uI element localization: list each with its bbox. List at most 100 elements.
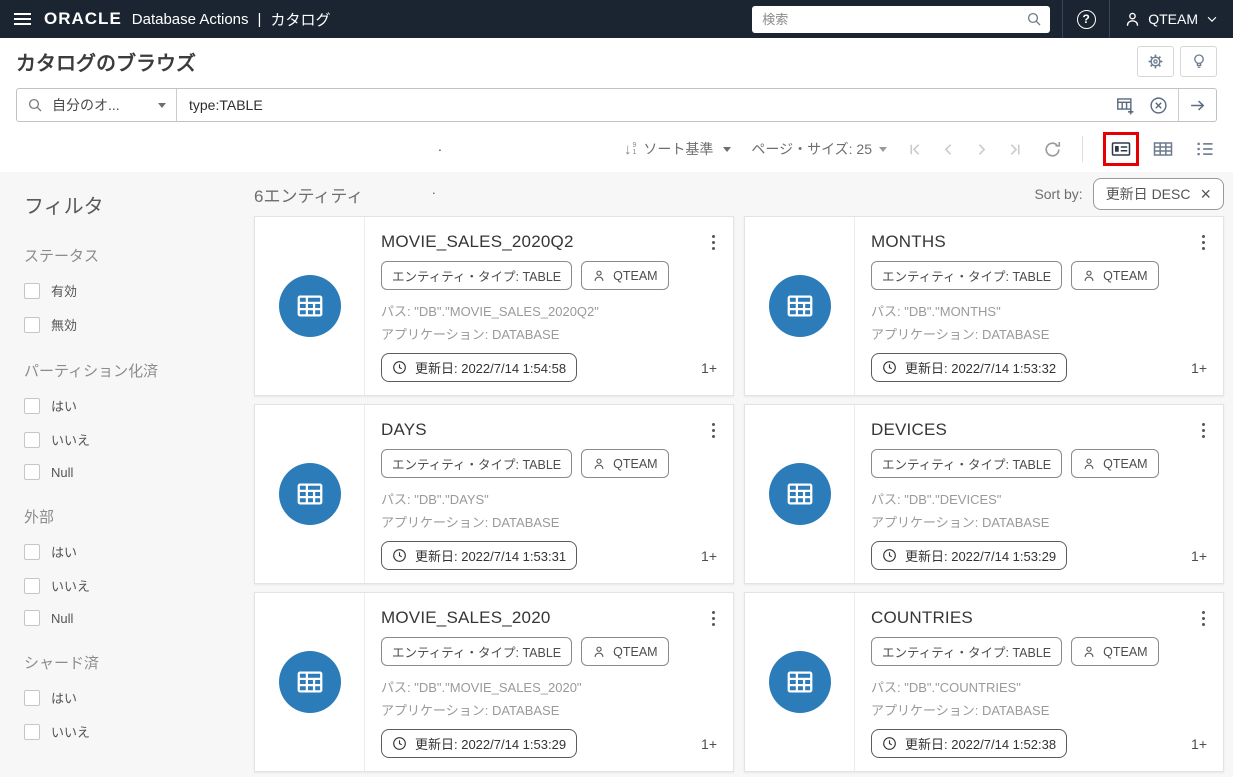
save-search-icon[interactable] — [1116, 96, 1135, 115]
remove-sort-icon[interactable]: × — [1200, 185, 1211, 203]
entity-title[interactable]: DAYS — [381, 420, 717, 440]
entity-card[interactable]: COUNTRIES エンティティ・タイプ: TABLE QTEAM パス: "D… — [744, 592, 1224, 772]
owner-chip: QTEAM — [1071, 449, 1159, 478]
filter-section-partitioned: パーティション化済 はい いいえ Null — [24, 360, 236, 480]
app-header: ORACLE Database Actions | カタログ ? QTEAM — [0, 0, 1233, 38]
last-page-icon[interactable] — [1006, 141, 1023, 158]
filter-option[interactable]: 無効 — [24, 315, 236, 334]
entity-card[interactable]: MOVIE_SALES_2020Q2 エンティティ・タイプ: TABLE QTE… — [254, 216, 734, 396]
filter-option[interactable]: 有効 — [24, 281, 236, 300]
next-page-icon[interactable] — [973, 141, 990, 158]
filter-section-sharded: シャード済 はい いいえ — [24, 652, 236, 741]
updated-chip: 更新日: 2022/7/14 1:52:38 — [871, 729, 1068, 758]
hamburger-menu-icon[interactable] — [0, 0, 44, 38]
page-name: カタログ — [270, 11, 331, 29]
page-title-bar: カタログのブラウズ — [0, 38, 1233, 84]
help-icon: ? — [1076, 9, 1096, 29]
first-page-icon[interactable] — [907, 141, 924, 158]
kebab-menu-icon[interactable] — [710, 421, 717, 440]
product-name: Database Actions — [131, 10, 249, 28]
checkbox[interactable] — [24, 316, 40, 333]
entity-card[interactable]: MONTHS エンティティ・タイプ: TABLE QTEAM パス: "DB".… — [744, 216, 1224, 396]
entity-icon-zone — [255, 593, 365, 771]
entity-title[interactable]: MOVIE_SALES_2020Q2 — [381, 232, 717, 252]
user-menu[interactable]: QTEAM — [1110, 0, 1233, 38]
filter-option[interactable]: いいえ — [24, 722, 236, 741]
entity-application: アプリケーション: DATABASE — [381, 515, 560, 531]
list-view-button[interactable] — [1187, 132, 1223, 166]
kebab-menu-icon[interactable] — [710, 233, 717, 252]
entity-icon-zone — [745, 593, 855, 771]
checkbox[interactable] — [24, 577, 40, 594]
settings-button[interactable] — [1137, 45, 1174, 77]
filter-option[interactable]: Null — [24, 610, 236, 626]
catalog-search-bar: 自分のオ... — [16, 88, 1217, 122]
updated-chip: 更新日: 2022/7/14 1:53:31 — [381, 541, 578, 570]
updated-chip: 更新日: 2022/7/14 1:53:29 — [871, 541, 1068, 570]
checkbox[interactable] — [24, 610, 40, 626]
stray-dot: . — [432, 182, 436, 197]
entity-title[interactable]: MONTHS — [871, 232, 1207, 252]
entity-path: パス: "DB"."MOVIE_SALES_2020" — [381, 680, 582, 695]
page-size-menu[interactable]: ページ・サイズ: 25 — [751, 139, 887, 159]
entity-card[interactable]: DEVICES エンティティ・タイプ: TABLE QTEAM パス: "DB"… — [744, 404, 1224, 584]
arrow-right-icon — [1189, 97, 1206, 114]
table-entity-icon — [768, 651, 831, 713]
search-query-input[interactable] — [177, 89, 1116, 121]
tips-button[interactable] — [1180, 45, 1217, 77]
prev-page-icon[interactable] — [940, 141, 957, 158]
entity-application: アプリケーション: DATABASE — [871, 515, 1050, 531]
refresh-icon[interactable] — [1043, 140, 1062, 159]
checkbox[interactable] — [24, 723, 40, 740]
entity-count: 6エンティティ — [254, 186, 364, 206]
kebab-menu-icon[interactable] — [710, 609, 717, 628]
entity-type-chip: エンティティ・タイプ: TABLE — [871, 637, 1063, 666]
owner-chip: QTEAM — [1071, 261, 1159, 290]
dropdown-arrow-icon — [158, 102, 166, 108]
grid-view-button[interactable] — [1145, 132, 1181, 166]
sort-menu-label: ソート基準 — [643, 141, 714, 157]
card-view-button[interactable] — [1103, 132, 1139, 166]
kebab-menu-icon[interactable] — [1200, 609, 1207, 628]
checkbox[interactable] — [24, 397, 40, 414]
table-entity-icon — [768, 463, 831, 525]
run-search-button[interactable] — [1178, 89, 1216, 121]
entity-title[interactable]: DEVICES — [871, 420, 1207, 440]
clear-search-icon[interactable] — [1149, 96, 1168, 115]
kebab-menu-icon[interactable] — [1200, 233, 1207, 252]
entity-application: アプリケーション: DATABASE — [381, 703, 560, 719]
entity-title[interactable]: COUNTRIES — [871, 608, 1207, 628]
entity-path: パス: "DB"."DAYS" — [381, 492, 489, 507]
card-grid: MOVIE_SALES_2020Q2 エンティティ・タイプ: TABLE QTE… — [254, 216, 1224, 772]
filter-option[interactable]: いいえ — [24, 576, 236, 595]
kebab-menu-icon[interactable] — [1200, 421, 1207, 440]
search-scope-dropdown[interactable]: 自分のオ... — [17, 89, 177, 121]
filter-option[interactable]: はい — [24, 688, 236, 707]
filter-option[interactable]: はい — [24, 542, 236, 561]
help-button[interactable]: ? — [1063, 0, 1109, 38]
entity-title[interactable]: MOVIE_SALES_2020 — [381, 608, 717, 628]
entity-card[interactable]: DAYS エンティティ・タイプ: TABLE QTEAM パス: "DB"."D… — [254, 404, 734, 584]
results-area: 6エンティティ . Sort by: 更新日 DESC × MOVIE_SALE… — [246, 172, 1233, 777]
checkbox[interactable] — [24, 464, 40, 480]
checkbox[interactable] — [24, 543, 40, 560]
filter-option[interactable]: はい — [24, 396, 236, 415]
checkbox[interactable] — [24, 431, 40, 448]
sort-chip[interactable]: 更新日 DESC × — [1092, 178, 1224, 210]
chevron-down-icon — [1205, 12, 1219, 26]
entity-card[interactable]: MOVIE_SALES_2020 エンティティ・タイプ: TABLE QTEAM… — [254, 592, 734, 772]
filter-option[interactable]: Null — [24, 464, 236, 480]
global-search-input[interactable] — [752, 5, 1051, 33]
page-size-label: ページ・サイズ: 25 — [751, 141, 872, 157]
title-divider: | — [257, 10, 262, 28]
filter-option[interactable]: いいえ — [24, 430, 236, 449]
pagination — [907, 141, 1023, 158]
page-title: カタログのブラウズ — [16, 52, 196, 75]
updated-chip: 更新日: 2022/7/14 1:53:32 — [871, 353, 1068, 382]
checkbox[interactable] — [24, 282, 40, 299]
stray-dot: . — [438, 138, 442, 154]
checkbox[interactable] — [24, 689, 40, 706]
more-count: 1+ — [1191, 735, 1207, 752]
owner-chip: QTEAM — [581, 449, 669, 478]
sort-menu[interactable]: ↓ 9 1 ソート基準 — [624, 139, 732, 159]
